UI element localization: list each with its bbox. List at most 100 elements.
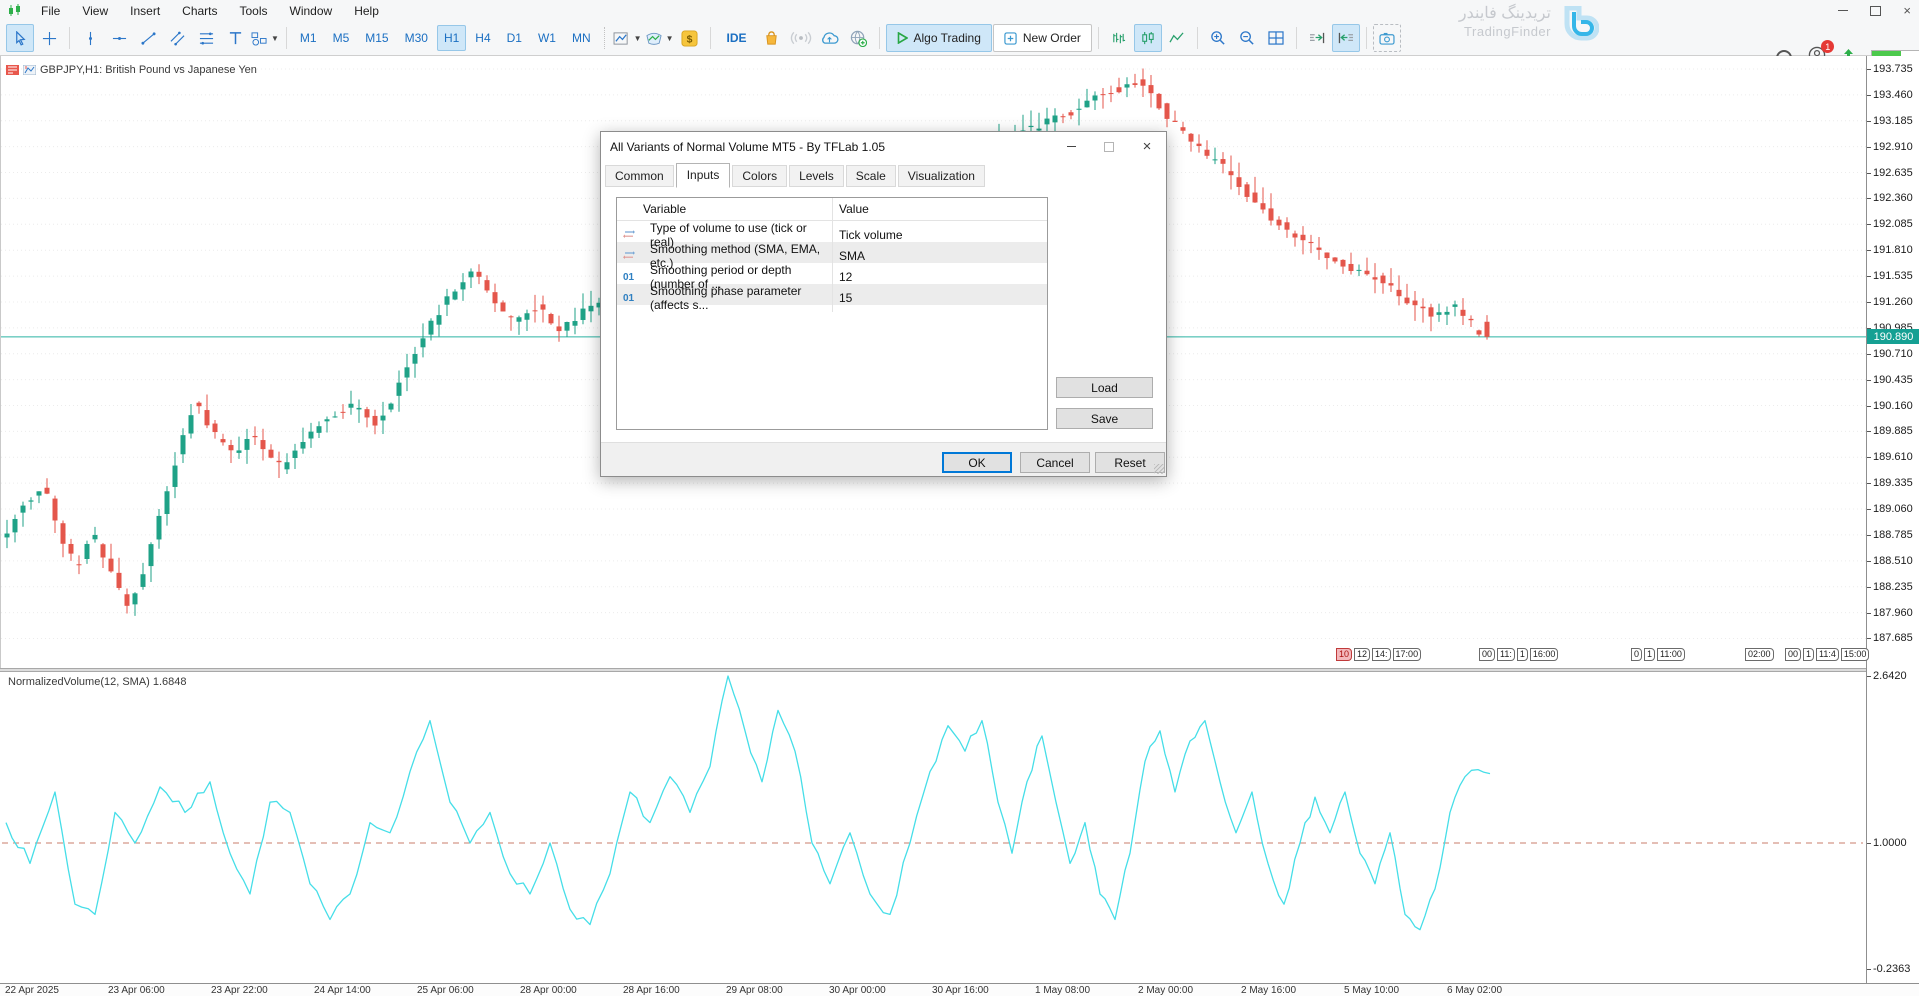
price-tick [1867, 198, 1871, 199]
timeframe-m15[interactable]: M15 [358, 25, 395, 51]
price-tick [1867, 431, 1871, 432]
timeframe-m30[interactable]: M30 [398, 25, 435, 51]
shapes-tool-button[interactable]: ▼ [250, 24, 280, 52]
tab-common[interactable]: Common [605, 165, 674, 187]
tab-colors[interactable]: Colors [732, 165, 787, 187]
ide-button[interactable]: IDE [717, 24, 757, 52]
auto-scroll-button[interactable] [1303, 24, 1331, 52]
timeframe-w1[interactable]: W1 [531, 25, 563, 51]
timeframe-h1[interactable]: H1 [437, 25, 466, 51]
dialog-maximize-icon[interactable] [1090, 132, 1128, 161]
time-tag[interactable]: 02:00 [1745, 648, 1774, 661]
timeframe-mn[interactable]: MN [565, 25, 598, 51]
menu-item-tools[interactable]: Tools [229, 4, 279, 18]
window-restore-icon[interactable] [1870, 6, 1881, 16]
time-tag[interactable]: 00 [1785, 648, 1801, 661]
menu-item-view[interactable]: View [71, 4, 119, 18]
market-button[interactable] [758, 24, 786, 52]
chart-shift-button[interactable] [1332, 24, 1360, 52]
menu-item-window[interactable]: Window [279, 4, 344, 18]
menu-item-help[interactable]: Help [343, 4, 390, 18]
chart-window-button[interactable]: ▼ [612, 24, 643, 52]
time-tag[interactable]: 17:00 [1393, 648, 1422, 661]
resize-grip[interactable] [1154, 464, 1164, 474]
tab-inputs[interactable]: Inputs [676, 163, 731, 188]
vertical-line-tool-button[interactable] [76, 24, 104, 52]
time-axis[interactable]: 22 Apr 202523 Apr 06:0023 Apr 22:0024 Ap… [0, 983, 1919, 996]
crosshair-tool-button[interactable] [35, 24, 63, 52]
zoom-out-button[interactable] [1233, 24, 1261, 52]
time-tag[interactable]: 10 [1336, 648, 1352, 661]
ok-button[interactable]: OK [942, 452, 1012, 473]
time-tag[interactable]: 11:00 [1657, 648, 1685, 661]
window-minimize-icon[interactable] [1838, 10, 1848, 11]
line-chart-mode-button[interactable] [1163, 24, 1191, 52]
tab-visualization[interactable]: Visualization [898, 165, 985, 187]
cloud-button[interactable] [816, 24, 844, 52]
community-button[interactable] [845, 24, 873, 52]
integer-param-icon: 01 [617, 272, 643, 283]
menu-item-insert[interactable]: Insert [119, 4, 171, 18]
time-tag[interactable]: 11: [1497, 648, 1515, 661]
screenshot-button[interactable] [1373, 24, 1401, 52]
chevron-down-icon: ▼ [271, 34, 279, 43]
time-tag[interactable]: 1 [1517, 648, 1528, 661]
signals-button[interactable] [787, 24, 815, 52]
time-tag[interactable]: 11:4 [1816, 648, 1839, 661]
time-tag[interactable]: 0 [1631, 648, 1642, 661]
time-tag[interactable]: 16:00 [1530, 648, 1559, 661]
timeframe-m1[interactable]: M1 [293, 25, 324, 51]
channel-tool-button[interactable] [163, 24, 191, 52]
dialog-minimize-icon[interactable] [1052, 132, 1090, 161]
new-order-button[interactable]: New Order [993, 24, 1092, 52]
window-close-icon[interactable]: × [1903, 4, 1911, 17]
table-row[interactable]: Type of volume to use (tick or real)Tick… [617, 221, 1047, 242]
save-button[interactable]: Save [1056, 408, 1153, 429]
deposit-button[interactable]: $ [676, 24, 704, 52]
price-tick [1867, 147, 1871, 148]
time-tag[interactable]: 12 [1354, 648, 1370, 661]
cursor-tool-button[interactable] [6, 24, 34, 52]
dialog-tabs: CommonInputsColorsLevelsScaleVisualizati… [605, 163, 987, 187]
price-label: 192.910 [1873, 141, 1913, 153]
menu-item-file[interactable]: File [30, 4, 71, 18]
tile-windows-button[interactable] [1262, 24, 1290, 52]
menu-item-charts[interactable]: Charts [171, 4, 228, 18]
table-row[interactable]: 01Smoothing phase parameter (affects s..… [617, 284, 1047, 305]
time-tag[interactable]: 15:00 [1841, 648, 1870, 661]
algo-trading-label: Algo Trading [914, 31, 981, 45]
zoom-in-button[interactable] [1204, 24, 1232, 52]
timeframe-h4[interactable]: H4 [468, 25, 497, 51]
algo-trading-button[interactable]: Algo Trading [886, 24, 992, 52]
time-tag[interactable]: 1 [1803, 648, 1814, 661]
trendline-tool-button[interactable] [134, 24, 162, 52]
price-label: 189.335 [1873, 477, 1913, 489]
table-row[interactable]: 01Smoothing period or depth (number of .… [617, 263, 1047, 284]
indicator-pane[interactable]: NormalizedVolume(12, SMA) 1.6848 [0, 672, 1866, 983]
tab-levels[interactable]: Levels [789, 165, 844, 187]
price-tick [1867, 483, 1871, 484]
time-tag[interactable]: 1 [1644, 648, 1655, 661]
mt5-window: FileViewInsertChartsToolsWindowHelp × ▼ … [0, 0, 1919, 996]
time-tag[interactable]: 14: [1372, 648, 1391, 661]
tab-scale[interactable]: Scale [846, 165, 896, 187]
indicator-tick [1867, 969, 1871, 970]
indicators-button[interactable]: ▼ [644, 24, 675, 52]
indicator-scale-label: 2.6420 [1873, 670, 1907, 682]
price-label: 188.785 [1873, 529, 1913, 541]
dialog-close-icon[interactable]: × [1128, 132, 1166, 161]
bar-chart-mode-button[interactable] [1105, 24, 1133, 52]
load-button[interactable]: Load [1056, 377, 1153, 398]
variable-value[interactable]: 15 [832, 284, 1047, 312]
text-tool-button[interactable] [221, 24, 249, 52]
price-scale[interactable]: 193.735193.460193.185192.910192.635192.3… [1866, 56, 1919, 983]
timeframe-d1[interactable]: D1 [500, 25, 529, 51]
timeframe-m5[interactable]: M5 [326, 25, 357, 51]
horizontal-line-tool-button[interactable] [105, 24, 133, 52]
time-tag[interactable]: 00 [1479, 648, 1495, 661]
symbol-label: GBPJPY,H1: British Pound vs Japanese Yen [40, 64, 257, 76]
cancel-button[interactable]: Cancel [1020, 452, 1090, 473]
candlestick-mode-button[interactable] [1134, 24, 1162, 52]
table-row[interactable]: Smoothing method (SMA, EMA, etc.)SMA [617, 242, 1047, 263]
fibonacci-tool-button[interactable] [192, 24, 220, 52]
